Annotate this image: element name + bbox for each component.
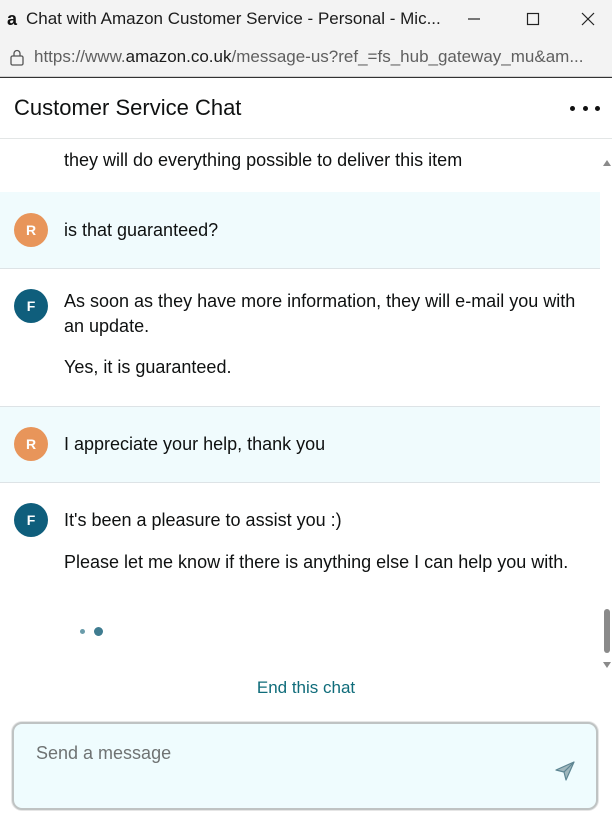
- message-text: I appreciate your help, thank you: [64, 434, 326, 454]
- scroll-down-arrow-icon[interactable]: [603, 662, 611, 668]
- message-text: they will do everything possible to deli…: [64, 150, 463, 170]
- avatar: F: [14, 289, 48, 323]
- maximize-icon: [526, 12, 540, 26]
- chat-header: Customer Service Chat: [0, 78, 612, 139]
- send-button[interactable]: [552, 758, 578, 784]
- url-scheme: https://www.: [34, 47, 126, 66]
- message-row: they will do everything possible to deli…: [0, 139, 600, 193]
- maximize-button[interactable]: [505, 0, 561, 38]
- message-row: F It's been a pleasure to assist you :) …: [0, 483, 600, 668]
- message-row: R I appreciate your help, thank you: [0, 407, 600, 483]
- message-text: is that guaranteed?: [64, 220, 219, 240]
- close-button[interactable]: [560, 0, 612, 38]
- window-title-bar: a Chat with Amazon Customer Service - Pe…: [0, 0, 612, 38]
- message-text: Yes, it is guaranteed.: [64, 357, 232, 377]
- end-chat-link[interactable]: End this chat: [0, 678, 612, 698]
- chat-title: Customer Service Chat: [14, 95, 242, 120]
- send-icon: [555, 761, 575, 781]
- message-text: As soon as they have more information, t…: [64, 291, 576, 336]
- message-text: It's been a pleasure to assist you :): [64, 510, 342, 530]
- message-composer: [12, 722, 598, 810]
- url-text[interactable]: https://www.amazon.co.uk/message-us?ref_…: [34, 47, 612, 67]
- avatar: F: [14, 503, 48, 537]
- message-list[interactable]: they will do everything possible to deli…: [0, 139, 600, 668]
- url-host: amazon.co.uk: [125, 47, 232, 66]
- avatar: R: [14, 427, 48, 461]
- scrollbar[interactable]: [601, 139, 612, 668]
- address-bar[interactable]: https://www.amazon.co.uk/message-us?ref_…: [0, 38, 612, 77]
- more-options-icon[interactable]: [570, 96, 600, 120]
- message-input[interactable]: [34, 738, 538, 768]
- lock-icon[interactable]: [8, 48, 26, 66]
- window-title: Chat with Amazon Customer Service - Pers…: [26, 9, 441, 28]
- scroll-up-arrow-icon[interactable]: [603, 160, 611, 166]
- avatar: R: [14, 213, 48, 247]
- typing-indicator: [80, 626, 110, 638]
- message-row: R is that guaranteed?: [0, 192, 600, 269]
- url-path: /message-us?ref_=fs_hub_gateway_mu&am...: [231, 47, 584, 66]
- app-icon-letter: a: [6, 8, 17, 29]
- scrollbar-thumb[interactable]: [604, 609, 610, 653]
- message-row: F As soon as they have more information,…: [0, 269, 600, 407]
- minimize-button[interactable]: [446, 0, 502, 38]
- amazon-app-icon: a: [2, 9, 22, 29]
- message-text: Please let me know if there is anything …: [64, 552, 569, 572]
- minimize-icon: [468, 18, 480, 20]
- close-icon: [581, 12, 595, 26]
